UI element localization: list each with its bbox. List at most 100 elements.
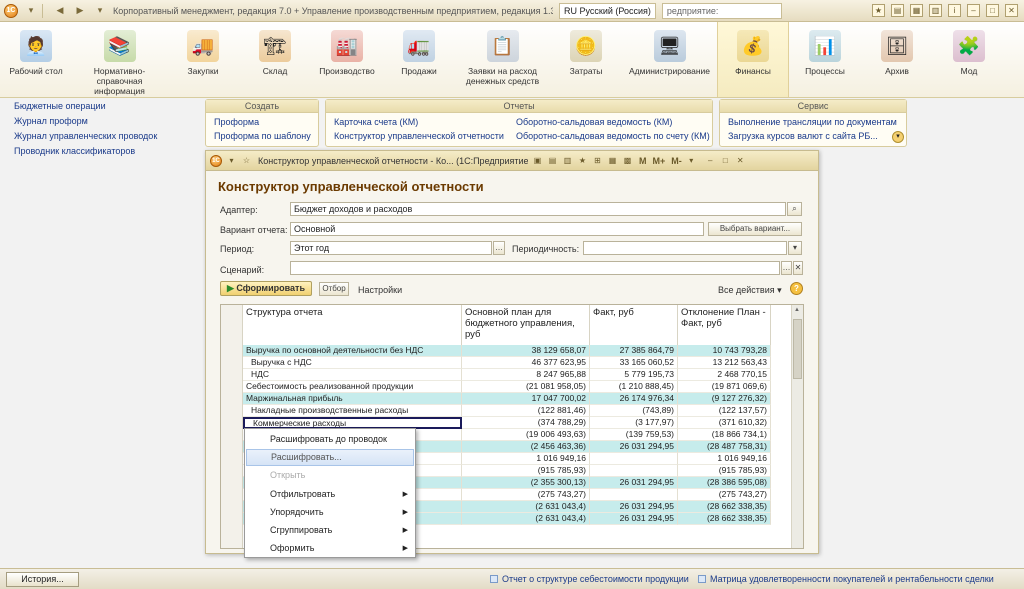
periodicity-dropdown-icon[interactable]: ▾ xyxy=(788,241,802,255)
close-icon[interactable]: ✕ xyxy=(1005,4,1018,17)
maximize-icon[interactable]: □ xyxy=(986,4,999,17)
nav-proforma-journal[interactable]: Журнал проформ xyxy=(0,114,200,129)
cell-structure[interactable]: НДС xyxy=(243,369,462,381)
context-menu-item[interactable]: Расшифровать... xyxy=(246,449,414,467)
maximize-icon[interactable]: □ xyxy=(720,155,731,166)
minimize-icon[interactable]: – xyxy=(967,4,980,17)
section-module[interactable]: 🧩 Мод xyxy=(933,22,1005,97)
cell-deviation[interactable]: (122 137,57) xyxy=(678,405,771,417)
favorites-icon[interactable]: ★ xyxy=(872,4,885,17)
scenario-clear-icon[interactable]: ✕ xyxy=(793,261,803,275)
cell-plan[interactable]: (19 006 493,63) xyxy=(462,429,590,441)
expand-icon[interactable]: ▾ xyxy=(892,131,904,143)
create-proforma-link[interactable]: Проформа xyxy=(214,117,259,127)
generate-button[interactable]: ▶ Сформировать xyxy=(220,281,312,296)
cell-plan[interactable]: (21 081 958,05) xyxy=(462,381,590,393)
column-header-structure[interactable]: Структура отчета xyxy=(243,305,462,345)
adapter-search-icon[interactable]: ⌕ xyxy=(787,202,802,216)
app-logo-icon[interactable]: 1C xyxy=(4,3,18,18)
cell-fact[interactable]: (139 759,53) xyxy=(590,429,678,441)
cell-structure[interactable]: Выручка по основной деятельности без НДС xyxy=(243,345,462,357)
cell-fact[interactable] xyxy=(590,489,678,501)
cell-plan[interactable]: 1 016 949,16 xyxy=(462,453,590,465)
cell-deviation[interactable]: (371 610,32) xyxy=(678,417,771,429)
section-forklift[interactable]: 🏗 Склад xyxy=(239,22,311,97)
memory-plus-button[interactable]: M+ xyxy=(653,155,666,166)
table-row[interactable]: НДС 8 247 965,88 5 779 195,73 2 468 770,15 xyxy=(243,369,771,381)
section-truck[interactable]: 🚚 Закупки xyxy=(167,22,239,97)
adapter-field[interactable]: Бюджет доходов и расходов xyxy=(290,202,786,216)
cell-deviation[interactable]: 1 016 949,16 xyxy=(678,453,771,465)
context-menu-item[interactable]: Оформить ▶ xyxy=(246,540,414,557)
currency-rates-link[interactable]: Загрузка курсов валют с сайта РБ... xyxy=(728,131,878,141)
translation-link[interactable]: Выполнение трансляции по документам xyxy=(728,117,897,127)
window-logo-icon[interactable]: 1C xyxy=(210,154,222,167)
cell-deviation[interactable]: (9 127 276,32) xyxy=(678,393,771,405)
back-icon[interactable]: ◀ xyxy=(53,4,67,18)
nav-classifier-explorer[interactable]: Проводник классификаторов xyxy=(0,144,200,159)
calculator-icon[interactable]: ▦ xyxy=(910,4,923,17)
info-icon[interactable]: i xyxy=(948,4,961,17)
table-row[interactable]: Накладные производственные расходы (122 8… xyxy=(243,405,771,417)
section-delivery-truck[interactable]: 🚛 Продажи xyxy=(383,22,455,97)
cell-deviation[interactable]: 13 212 563,43 xyxy=(678,357,771,369)
account-card-link[interactable]: Карточка счета (КМ) xyxy=(334,117,418,127)
section-factory[interactable]: 🏭 Производство xyxy=(311,22,383,97)
cell-fact[interactable]: 26 031 294,95 xyxy=(590,501,678,513)
cell-deviation[interactable]: (28 386 595,08) xyxy=(678,477,771,489)
dropdown-icon[interactable]: ▾ xyxy=(686,155,697,166)
minimize-icon[interactable]: – xyxy=(705,155,716,166)
report-constructor-link[interactable]: Конструктор управленческой отчетности xyxy=(334,131,504,141)
language-indicator[interactable]: RU Русский (Россия) xyxy=(559,2,656,19)
section-clipboard[interactable]: 📋 Заявки на расход денежных средств xyxy=(455,22,550,97)
cell-fact[interactable]: 26 174 976,34 xyxy=(590,393,678,405)
trial-balance-by-account-link[interactable]: Оборотно-сальдовая ведомость по счету (К… xyxy=(516,131,710,141)
section-archive[interactable]: 🗄 Архив xyxy=(861,22,933,97)
forward-icon[interactable]: ▶ xyxy=(73,4,87,18)
preview-icon[interactable]: ▥ xyxy=(562,155,573,166)
cell-structure[interactable]: Маржинальная прибыль xyxy=(243,393,462,405)
window-menu-icon[interactable]: ▾ xyxy=(226,155,237,166)
cell-structure[interactable]: Себестоимость реализованной продукции xyxy=(243,381,462,393)
star-icon[interactable]: ★ xyxy=(577,155,588,166)
cell-plan[interactable]: (122 881,46) xyxy=(462,405,590,417)
cell-fact[interactable] xyxy=(590,465,678,477)
cell-plan[interactable]: (2 631 043,4) xyxy=(462,513,590,525)
settings-link[interactable]: Настройки xyxy=(358,285,402,295)
column-header-deviation[interactable]: Отклонение План - Факт, руб xyxy=(678,305,771,345)
favorite-star-icon[interactable]: ☆ xyxy=(241,155,252,166)
section-computer[interactable]: 🖥 Администрирование xyxy=(622,22,717,97)
cell-fact[interactable]: (3 177,97) xyxy=(590,417,678,429)
cell-deviation[interactable]: (275 743,27) xyxy=(678,489,771,501)
scenario-choose-button[interactable]: … xyxy=(781,261,792,275)
cell-plan[interactable]: (2 456 463,36) xyxy=(462,441,590,453)
periodicity-field[interactable] xyxy=(583,241,787,255)
close-icon[interactable]: ✕ xyxy=(735,155,746,166)
table-row[interactable]: Маржинальная прибыль 17 047 700,02 26 174 … xyxy=(243,393,771,405)
memory-button[interactable]: M xyxy=(639,155,647,166)
context-menu-item[interactable]: Расшифровать до проводок xyxy=(246,431,414,448)
scroll-up-icon[interactable]: ▲ xyxy=(794,307,800,313)
cell-deviation[interactable]: (19 871 069,6) xyxy=(678,381,771,393)
period-choose-button[interactable]: … xyxy=(493,241,505,255)
trial-balance-link[interactable]: Оборотно-сальдовая ведомость (КМ) xyxy=(516,117,672,127)
cell-plan[interactable]: (374 788,29) xyxy=(462,417,590,429)
column-header-plan[interactable]: Основной план для бюджетного управления,… xyxy=(462,305,590,345)
cell-plan[interactable]: (275 743,27) xyxy=(462,489,590,501)
cell-plan[interactable]: (2 631 043,4) xyxy=(462,501,590,513)
variant-field[interactable]: Основной xyxy=(290,222,704,236)
cell-plan[interactable]: 38 129 658,07 xyxy=(462,345,590,357)
calculator-icon[interactable]: ▦ xyxy=(607,155,618,166)
cell-fact[interactable]: 5 779 195,73 xyxy=(590,369,678,381)
section-desktop[interactable]: 🧑‍💼 Рабочий стол xyxy=(0,22,72,97)
table-row[interactable]: Себестоимость реализованной продукции (21… xyxy=(243,381,771,393)
cell-fact[interactable]: (743,89) xyxy=(590,405,678,417)
filter-button[interactable]: Отбор xyxy=(319,282,349,296)
scroll-thumb[interactable] xyxy=(793,319,802,379)
context-menu-item[interactable]: Отфильтровать ▶ xyxy=(246,486,414,503)
cell-fact[interactable] xyxy=(590,453,678,465)
cell-fact[interactable]: 33 165 060,52 xyxy=(590,357,678,369)
all-actions-menu[interactable]: Все действия ▾ xyxy=(718,285,782,296)
choose-variant-button[interactable]: Выбрать вариант... xyxy=(708,222,802,236)
column-header-fact[interactable]: Факт, руб xyxy=(590,305,678,345)
